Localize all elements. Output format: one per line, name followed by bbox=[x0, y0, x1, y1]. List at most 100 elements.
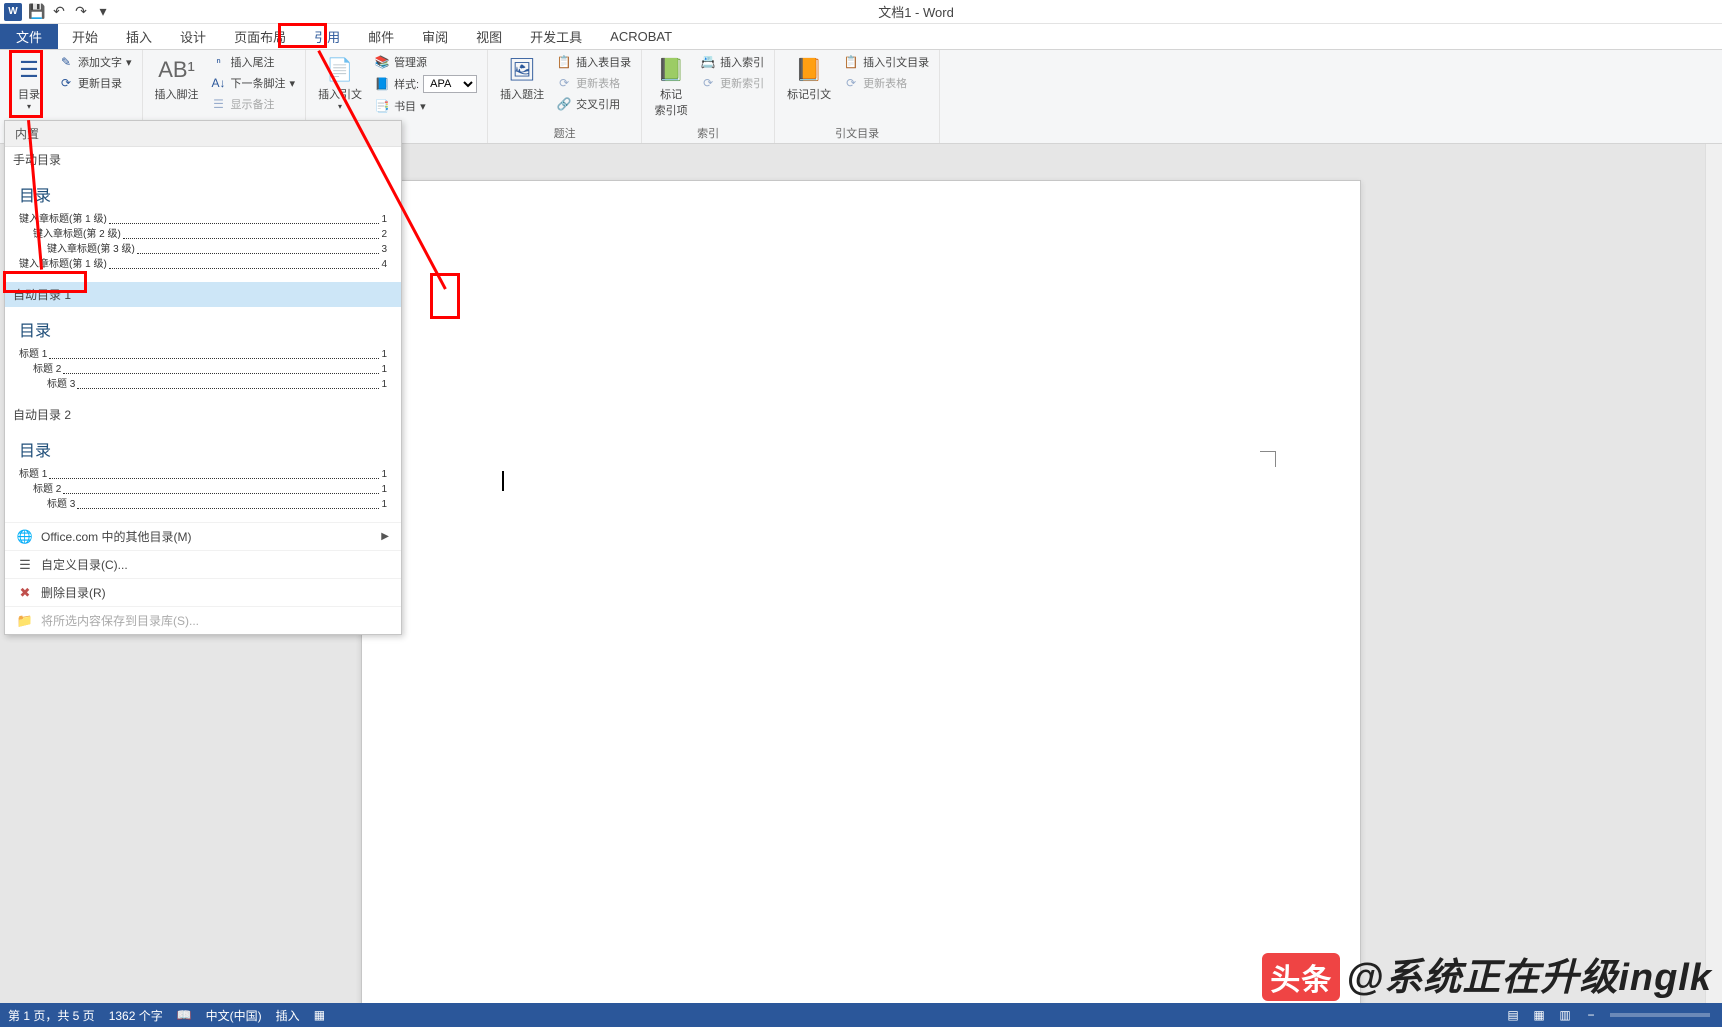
next-footnote-button[interactable]: A↓下一条脚注 ▾ bbox=[207, 73, 300, 93]
chevron-right-icon: ▶ bbox=[381, 531, 389, 542]
update-toa-button[interactable]: ⟳更新表格 bbox=[839, 73, 933, 93]
status-page[interactable]: 第 1 页，共 5 页 bbox=[8, 1007, 95, 1024]
tab-review[interactable]: 审阅 bbox=[408, 24, 462, 49]
mark-entry-icon: 📗 bbox=[655, 54, 687, 86]
manage-sources-button[interactable]: 📚管理源 bbox=[370, 52, 481, 72]
add-text-button[interactable]: ✎添加文字 ▾ bbox=[54, 52, 136, 72]
mark-entry-button[interactable]: 📗 标记 索引项 bbox=[648, 52, 694, 120]
toc-auto2-preview[interactable]: 目录 标题 11标题 21标题 31 bbox=[5, 427, 401, 522]
tab-home[interactable]: 开始 bbox=[58, 24, 112, 49]
tab-view[interactable]: 视图 bbox=[462, 24, 516, 49]
toc-preview-line: 标题 31 bbox=[19, 497, 387, 512]
insert-index-button[interactable]: 📇插入索引 bbox=[696, 52, 768, 72]
group-toa: 📙 标记引文 📋插入引文目录 ⟳更新表格 引文目录 bbox=[775, 50, 940, 143]
undo-button[interactable]: ↶ bbox=[48, 2, 70, 22]
tab-insert[interactable]: 插入 bbox=[112, 24, 166, 49]
toc-button[interactable]: ☰ 目录 ▾ bbox=[6, 52, 52, 113]
toc-icon: ☰ bbox=[13, 54, 45, 86]
insert-tof-button[interactable]: 📋插入表目录 bbox=[552, 52, 635, 72]
tab-file[interactable]: 文件 bbox=[0, 24, 58, 49]
group-index-label: 索引 bbox=[648, 123, 768, 141]
group-toa-label: 引文目录 bbox=[781, 123, 933, 141]
group-caption-label: 题注 bbox=[494, 123, 635, 141]
update-tof-button[interactable]: ⟳更新表格 bbox=[552, 73, 635, 93]
toc-preview-line: 键入章标题(第 1 级)4 bbox=[19, 257, 387, 272]
text-cursor bbox=[502, 471, 504, 491]
bibliography-button[interactable]: 📑书目 ▾ bbox=[370, 96, 481, 116]
toc-preview-line: 标题 11 bbox=[19, 347, 387, 362]
page-corner-marker bbox=[1260, 451, 1276, 467]
zoom-slider[interactable] bbox=[1610, 1013, 1710, 1017]
show-notes-icon: ☰ bbox=[211, 96, 227, 112]
toc-manual-label: 手动目录 bbox=[5, 147, 401, 172]
cross-reference-button[interactable]: 🔗交叉引用 bbox=[552, 94, 635, 114]
biblio-icon: 📑 bbox=[374, 98, 390, 114]
toc-preview-title: 目录 bbox=[19, 317, 387, 341]
next-footnote-icon: A↓ bbox=[211, 75, 227, 91]
toc-preview-title: 目录 bbox=[19, 437, 387, 461]
group-index: 📗 标记 索引项 📇插入索引 ⟳更新索引 索引 bbox=[642, 50, 775, 143]
status-words[interactable]: 1362 个字 bbox=[109, 1007, 163, 1024]
custom-toc-icon: ☰ bbox=[17, 557, 33, 573]
update-toa-icon: ⟳ bbox=[843, 75, 859, 91]
show-notes-button[interactable]: ☰显示备注 bbox=[207, 94, 300, 114]
insert-caption-button[interactable]: 🖼 插入题注 bbox=[494, 52, 550, 104]
toc-preview-line: 标题 21 bbox=[19, 362, 387, 377]
view-web-button[interactable]: ▥ bbox=[1554, 1006, 1576, 1024]
ribbon-tabs: 文件 开始 插入 设计 页面布局 引用 邮件 审阅 视图 开发工具 ACROBA… bbox=[0, 24, 1722, 50]
zoom-out-button[interactable]: − bbox=[1580, 1006, 1602, 1024]
insert-index-icon: 📇 bbox=[700, 54, 716, 70]
tab-references[interactable]: 引用 bbox=[300, 24, 354, 49]
tof-icon: 📋 bbox=[556, 54, 572, 70]
manage-icon: 📚 bbox=[374, 54, 390, 70]
insert-toa-button[interactable]: 📋插入引文目录 bbox=[839, 52, 933, 72]
toc-preview-line: 标题 21 bbox=[19, 482, 387, 497]
view-read-button[interactable]: ▤ bbox=[1502, 1006, 1524, 1024]
toc-manual-preview[interactable]: 目录 键入章标题(第 1 级)1键入章标题(第 2 级)2键入章标题(第 3 级… bbox=[5, 172, 401, 282]
insert-footnote-button[interactable]: AB¹ 插入脚注 bbox=[149, 52, 205, 104]
insert-endnote-button[interactable]: ⁿ插入尾注 bbox=[207, 52, 300, 72]
page[interactable] bbox=[361, 180, 1361, 1003]
toc-auto2-label: 自动目录 2 bbox=[5, 402, 401, 427]
word-icon: W bbox=[4, 3, 22, 21]
tab-design[interactable]: 设计 bbox=[166, 24, 220, 49]
tab-mailings[interactable]: 邮件 bbox=[354, 24, 408, 49]
dropdown-icon: ▾ bbox=[338, 102, 342, 111]
insert-citation-button[interactable]: 📄 插入引文 ▾ bbox=[312, 52, 368, 113]
qat-customize[interactable]: ▾ bbox=[92, 2, 114, 22]
tab-acrobat[interactable]: ACROBAT bbox=[596, 24, 686, 49]
office-icon: 🌐 bbox=[17, 529, 33, 545]
status-mode[interactable]: 插入 bbox=[276, 1007, 300, 1024]
toc-preview-line: 标题 31 bbox=[19, 377, 387, 392]
mark-citation-button[interactable]: 📙 标记引文 bbox=[781, 52, 837, 104]
citation-style-select[interactable]: APA bbox=[423, 75, 477, 93]
add-text-icon: ✎ bbox=[58, 54, 74, 70]
redo-button[interactable]: ↷ bbox=[70, 2, 92, 22]
toc-builtin-header: 内置 bbox=[5, 121, 401, 147]
endnote-icon: ⁿ bbox=[211, 54, 227, 70]
toc-custom[interactable]: ☰ 自定义目录(C)... bbox=[5, 550, 401, 578]
toc-remove[interactable]: ✖ 删除目录(R) bbox=[5, 578, 401, 606]
status-proofing-icon[interactable]: 📖 bbox=[177, 1008, 192, 1022]
status-language[interactable]: 中文(中国) bbox=[206, 1007, 262, 1024]
update-toc-button[interactable]: ⟳更新目录 bbox=[54, 73, 136, 93]
toc-preview-line: 键入章标题(第 3 级)3 bbox=[19, 242, 387, 257]
group-caption: 🖼 插入题注 📋插入表目录 ⟳更新表格 🔗交叉引用 题注 bbox=[488, 50, 642, 143]
status-macro-icon[interactable]: ▦ bbox=[314, 1008, 325, 1022]
tab-layout[interactable]: 页面布局 bbox=[220, 24, 300, 49]
toc-office-com[interactable]: 🌐 Office.com 中的其他目录(M) ▶ bbox=[5, 522, 401, 550]
toc-auto1-preview[interactable]: 目录 标题 11标题 21标题 31 bbox=[5, 307, 401, 402]
scrollbar-vertical[interactable] bbox=[1705, 144, 1722, 1003]
toc-save-gallery[interactable]: 📁 将所选内容保存到目录库(S)... bbox=[5, 606, 401, 634]
citation-icon: 📄 bbox=[324, 54, 356, 86]
title-bar: W 💾 ↶ ↷ ▾ 文档1 - Word bbox=[0, 0, 1722, 24]
toc-preview-title: 目录 bbox=[19, 182, 387, 206]
citation-style-row: 📘样式: APA bbox=[370, 73, 481, 95]
toc-dropdown-menu: 内置 手动目录 目录 键入章标题(第 1 级)1键入章标题(第 2 级)2键入章… bbox=[4, 120, 402, 635]
crossref-icon: 🔗 bbox=[556, 96, 572, 112]
tab-developer[interactable]: 开发工具 bbox=[516, 24, 596, 49]
save-button[interactable]: 💾 bbox=[26, 2, 48, 22]
toc-button-label: 目录 bbox=[18, 86, 40, 102]
view-print-button[interactable]: ▦ bbox=[1528, 1006, 1550, 1024]
update-index-button[interactable]: ⟳更新索引 bbox=[696, 73, 768, 93]
